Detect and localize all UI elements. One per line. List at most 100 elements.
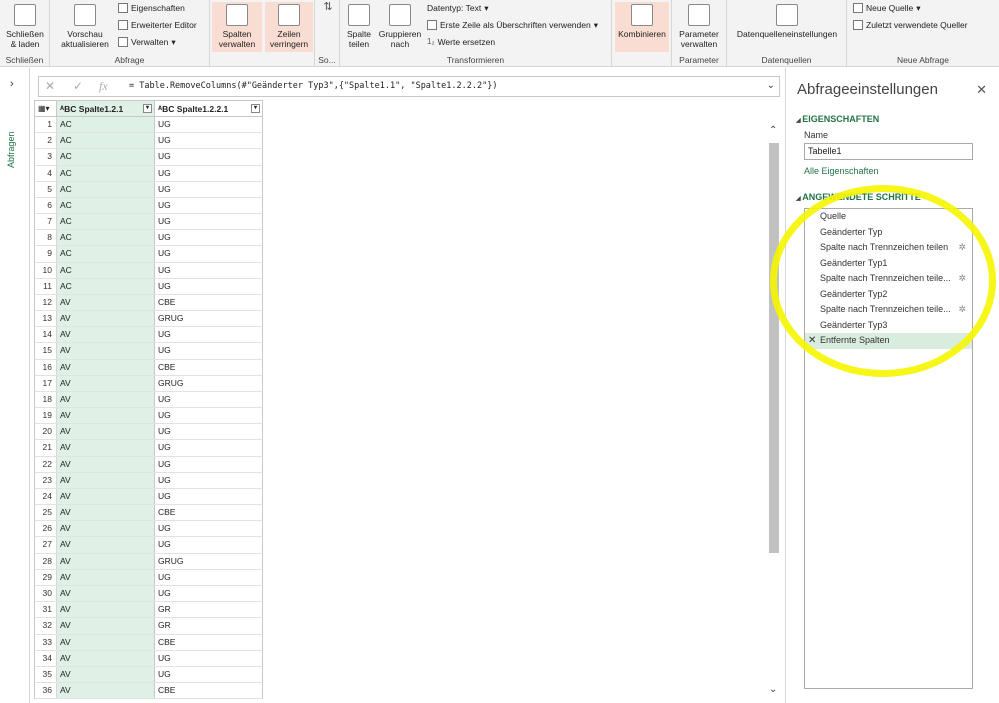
replace-values-button[interactable]: 1₂ Werte ersetzen (427, 37, 495, 47)
cell[interactable]: AV (57, 440, 155, 456)
cell[interactable]: AV (57, 375, 155, 391)
cell[interactable]: AC (57, 181, 155, 197)
cell[interactable]: AV (57, 456, 155, 472)
table-row[interactable]: 28 AV GRUG (34, 553, 263, 570)
vertical-scrollbar[interactable]: ⌃ ⌄ (767, 125, 781, 695)
cell[interactable]: AV (57, 618, 155, 634)
cell[interactable]: UG (155, 424, 262, 439)
cell[interactable]: CBE (155, 635, 262, 650)
cell[interactable]: UG (155, 667, 262, 682)
table-row[interactable]: 2 AC UG (34, 133, 263, 150)
cell[interactable]: GR (155, 602, 262, 617)
cell[interactable]: AV (57, 505, 155, 521)
cell[interactable]: AC (57, 117, 155, 133)
cell[interactable]: AC (57, 278, 155, 294)
cell[interactable]: UG (155, 166, 262, 181)
scroll-thumb[interactable] (769, 143, 779, 553)
chevron-down-icon[interactable]: ⌄ (767, 80, 775, 91)
table-row[interactable]: 31 AV GR (34, 602, 263, 619)
cell[interactable]: AV (57, 391, 155, 408)
cell[interactable]: CBE (155, 360, 262, 375)
cell[interactable]: UG (155, 473, 262, 488)
table-row[interactable]: 17 AV GRUG (34, 375, 263, 392)
table-row[interactable]: 27 AV UG (34, 537, 263, 554)
cell[interactable]: UG (155, 651, 262, 666)
cell[interactable]: AC (57, 246, 155, 262)
cell[interactable]: UG (155, 327, 262, 342)
cell[interactable]: AV (57, 311, 155, 327)
cell[interactable]: AV (57, 553, 155, 569)
table-row[interactable]: 25 AV CBE (34, 505, 263, 522)
group-by-button[interactable]: Gruppieren nach (376, 2, 424, 49)
delete-step-icon[interactable]: ✕ (808, 333, 816, 349)
applied-step[interactable]: Geänderter Typ2 (805, 287, 972, 303)
scroll-up-icon[interactable]: ⌃ (769, 125, 777, 136)
cell[interactable]: UG (155, 586, 262, 601)
applied-step[interactable]: Spalte nach Trennzeichen teile... ✲ (805, 271, 972, 287)
cell[interactable]: UG (155, 230, 262, 245)
cell[interactable]: UG (155, 343, 262, 358)
cancel-icon[interactable]: ✕ (45, 79, 55, 93)
table-row[interactable]: 14 AV UG (34, 327, 263, 344)
cell[interactable]: UG (155, 214, 262, 229)
cell[interactable]: UG (155, 392, 262, 407)
applied-step[interactable]: Spalte nach Trennzeichen teile... ✲ (805, 302, 972, 318)
cell[interactable]: UG (155, 570, 262, 585)
table-row[interactable]: 18 AV UG (34, 391, 263, 409)
gear-icon[interactable]: ✲ (958, 302, 966, 318)
table-row[interactable]: 23 AV UG (34, 472, 263, 489)
formula-input[interactable]: = Table.RemoveColumns(#"Geänderter Typ3"… (129, 81, 497, 91)
expand-chevron-icon[interactable]: › (10, 78, 14, 90)
filter-dropdown-icon[interactable]: ▾ (251, 104, 260, 113)
table-row[interactable]: 33 AV CBE (34, 634, 263, 651)
table-row[interactable]: 21 AV UG (34, 440, 263, 457)
cell[interactable]: AV (57, 666, 155, 683)
table-row[interactable]: 13 AV GRUG (34, 311, 263, 328)
cell[interactable]: AV (57, 472, 155, 488)
properties-section-header[interactable]: EIGENSCHAFTEN (796, 114, 879, 124)
cell[interactable]: UG (155, 263, 262, 278)
cell[interactable]: AV (57, 634, 155, 650)
cell[interactable]: UG (155, 457, 262, 472)
cell[interactable]: CBE (155, 505, 262, 520)
cell[interactable]: AV (57, 585, 155, 602)
table-row[interactable]: 9 AC UG (34, 246, 263, 263)
cell[interactable]: UG (155, 246, 262, 261)
name-field[interactable]: Tabelle1 (804, 143, 973, 160)
applied-step[interactable]: Geänderter Typ1 (805, 256, 972, 272)
fx-icon[interactable]: fx (99, 79, 108, 94)
cell[interactable]: UG (155, 440, 262, 455)
table-row[interactable]: 29 AV UG (34, 569, 263, 586)
refresh-preview-button[interactable]: Vorschau aktualisieren (54, 2, 116, 49)
cell[interactable]: AV (57, 602, 155, 618)
table-row[interactable]: 1 AC UG (34, 117, 263, 134)
first-row-headers-button[interactable]: Erste Zeile als Überschriften verwenden ▾ (427, 20, 598, 30)
close-load-button[interactable]: Schließen & laden (3, 2, 47, 49)
applied-step[interactable]: Geänderter Typ3 (805, 318, 972, 334)
cell[interactable]: AV (57, 327, 155, 343)
data-source-settings-button[interactable]: Datenquelleneinstellungen (729, 2, 845, 39)
new-source-dropdown[interactable]: Neue Quelle ▾ (853, 3, 921, 13)
cell[interactable]: AV (57, 569, 155, 585)
cell[interactable]: AC (57, 197, 155, 214)
confirm-icon[interactable]: ✓ (73, 79, 83, 93)
table-row[interactable]: 7 AC UG (34, 214, 263, 231)
cell[interactable]: GRUG (155, 311, 262, 326)
table-row[interactable]: 30 AV UG (34, 585, 263, 603)
steps-section-header[interactable]: ANGEWENDETE SCHRITTE (796, 192, 921, 202)
table-row[interactable]: 34 AV UG (34, 650, 263, 667)
cell[interactable]: GR (155, 618, 262, 633)
cell[interactable]: UG (155, 521, 262, 536)
applied-step[interactable]: ✕ Entfernte Spalten (805, 333, 972, 349)
cell[interactable]: AV (57, 521, 155, 537)
cell[interactable]: AV (57, 537, 155, 553)
table-row[interactable]: 12 AV CBE (34, 294, 263, 312)
combine-button[interactable]: Kombinieren (615, 2, 669, 52)
queries-nav-label[interactable]: Abfragen (6, 131, 16, 168)
table-row[interactable]: 26 AV UG (34, 521, 263, 538)
cell[interactable]: AC (57, 214, 155, 230)
table-row[interactable]: 8 AC UG (34, 230, 263, 247)
table-row[interactable]: 19 AV UG (34, 408, 263, 425)
data-type-dropdown[interactable]: Datentyp: Text ▾ (427, 3, 488, 13)
cell[interactable]: AV (57, 294, 155, 311)
